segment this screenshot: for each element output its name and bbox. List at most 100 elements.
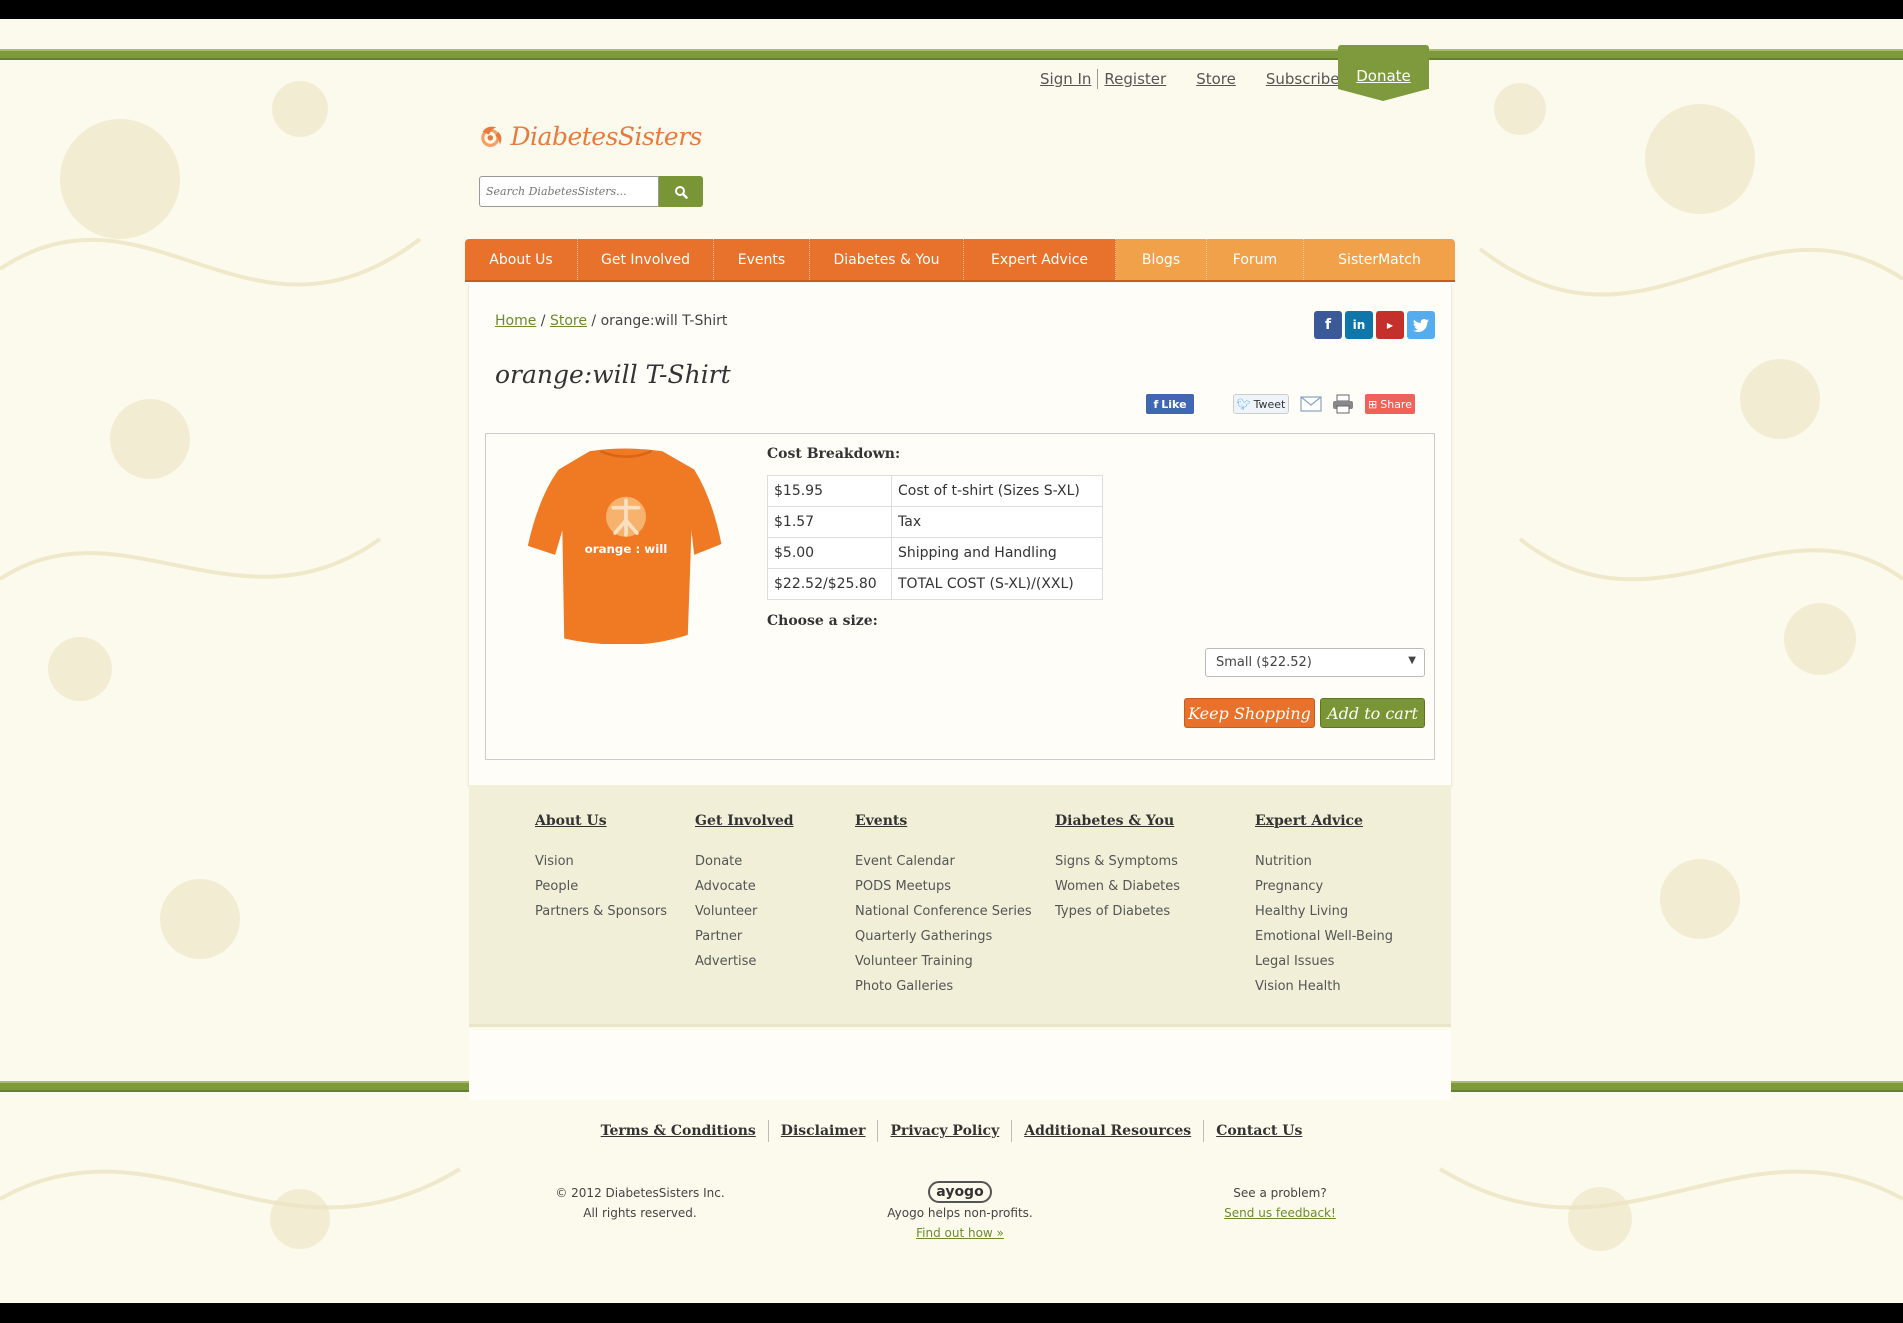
copyright-line: All rights reserved.: [583, 1206, 697, 1220]
share-bar: f Like 🐦︎ Tweet ⊞ Share: [1146, 394, 1415, 414]
main-nav: About Us Get Involved Events Diabetes & …: [465, 239, 1455, 282]
nav-expert-advice[interactable]: Expert Advice: [964, 239, 1116, 280]
shirt-print-text: orange : will: [585, 542, 668, 556]
footer-heading[interactable]: About Us: [535, 813, 667, 829]
additional-resources-link[interactable]: Additional Resources: [1012, 1123, 1203, 1139]
tweet-button[interactable]: 🐦︎ Tweet: [1233, 394, 1289, 414]
footer-col-events: Events Event Calendar PODS Meetups Natio…: [855, 813, 1032, 999]
copyright-line: © 2012 DiabetesSisters Inc.: [555, 1186, 725, 1200]
send-feedback-link[interactable]: Send us feedback!: [1224, 1206, 1336, 1220]
footer-link[interactable]: Vision: [535, 849, 667, 874]
footer-link[interactable]: Event Calendar: [855, 849, 1032, 874]
footer-link[interactable]: Legal Issues: [1255, 949, 1393, 974]
print-icon[interactable]: [1332, 394, 1354, 414]
product-box: orange : will Cost Breakdown: $15.95 Cost…: [485, 433, 1435, 760]
disclaimer-link[interactable]: Disclaimer: [769, 1123, 878, 1139]
search-button[interactable]: [659, 176, 703, 207]
footer-link[interactable]: PODS Meetups: [855, 874, 1032, 899]
privacy-policy-link[interactable]: Privacy Policy: [878, 1123, 1011, 1139]
footer-link[interactable]: Nutrition: [1255, 849, 1393, 874]
bottom-links: Terms & Conditions Disclaimer Privacy Po…: [0, 1120, 1903, 1142]
feedback: See a problem? Send us feedback!: [1180, 1183, 1380, 1223]
footer-link[interactable]: Photo Galleries: [855, 974, 1032, 999]
logo-icon: [481, 126, 502, 147]
choose-size-heading: Choose a size:: [767, 613, 878, 629]
footer-link[interactable]: Partner: [695, 924, 794, 949]
table-row: $15.95 Cost of t-shirt (Sizes S-XL): [767, 475, 1103, 507]
footer-col-get-involved: Get Involved Donate Advocate Volunteer P…: [695, 813, 794, 974]
footer-link[interactable]: Healthy Living: [1255, 899, 1393, 924]
footer-link[interactable]: Signs & Symptoms: [1055, 849, 1180, 874]
nav-diabetes-and-you[interactable]: Diabetes & You: [810, 239, 964, 280]
footer-link[interactable]: Types of Diabetes: [1055, 899, 1180, 924]
terms-link[interactable]: Terms & Conditions: [589, 1123, 768, 1139]
footer-link[interactable]: Volunteer Training: [855, 949, 1032, 974]
twitter-icon[interactable]: [1407, 311, 1435, 339]
footer-heading[interactable]: Get Involved: [695, 813, 794, 829]
footer-columns: About Us Vision People Partners & Sponso…: [469, 785, 1451, 1027]
nav-forum[interactable]: Forum: [1207, 239, 1304, 280]
nav-blogs[interactable]: Blogs: [1116, 239, 1207, 280]
nav-get-involved[interactable]: Get Involved: [578, 239, 714, 280]
facebook-like-button[interactable]: f Like: [1146, 394, 1194, 414]
social-icons: f in ▶: [1314, 311, 1435, 339]
nav-events[interactable]: Events: [714, 239, 810, 280]
facebook-icon[interactable]: f: [1314, 311, 1342, 339]
search-input[interactable]: [479, 176, 659, 207]
footer-heading[interactable]: Expert Advice: [1255, 813, 1393, 829]
top-green-bar: [0, 49, 1903, 60]
search-icon: [675, 185, 688, 199]
contact-us-link[interactable]: Contact Us: [1204, 1123, 1314, 1139]
feedback-text: See a problem?: [1233, 1186, 1327, 1200]
footer-link[interactable]: Volunteer: [695, 899, 794, 924]
footer-heading[interactable]: Events: [855, 813, 1032, 829]
footer-spacer: [469, 1030, 1451, 1100]
page-title: orange:will T-Shirt: [495, 360, 731, 389]
copyright: © 2012 DiabetesSisters Inc. All rights r…: [540, 1183, 740, 1223]
footer-link[interactable]: Donate: [695, 849, 794, 874]
footer-col-about: About Us Vision People Partners & Sponso…: [535, 813, 667, 924]
nav-about-us[interactable]: About Us: [465, 239, 578, 280]
footer-link[interactable]: Vision Health: [1255, 974, 1393, 999]
subscribe-link[interactable]: Subscribe: [1266, 70, 1340, 88]
footer-col-expert-advice: Expert Advice Nutrition Pregnancy Health…: [1255, 813, 1393, 999]
footer-link[interactable]: Partners & Sponsors: [535, 899, 667, 924]
ayogo-credit: ayogo Ayogo helps non-profits. Find out …: [860, 1181, 1060, 1243]
breadcrumb-home[interactable]: Home: [495, 313, 536, 329]
site-logo[interactable]: DiabetesSisters: [478, 106, 702, 166]
footer-col-diabetes-and-you: Diabetes & You Signs & Symptoms Women & …: [1055, 813, 1180, 924]
add-to-cart-button[interactable]: Add to cart: [1320, 698, 1425, 728]
keep-shopping-button[interactable]: Keep Shopping: [1184, 698, 1315, 728]
search-bar: [479, 176, 703, 207]
linkedin-icon[interactable]: in: [1345, 311, 1373, 339]
email-icon[interactable]: [1300, 396, 1322, 412]
find-out-how-link[interactable]: Find out how »: [916, 1226, 1004, 1240]
ayogo-logo[interactable]: ayogo: [928, 1181, 992, 1203]
register-link[interactable]: Register: [1104, 70, 1166, 88]
table-row: $5.00 Shipping and Handling: [767, 537, 1103, 569]
footer-link[interactable]: National Conference Series: [855, 899, 1032, 924]
footer-link[interactable]: Advertise: [695, 949, 794, 974]
breadcrumb: Home / Store / orange:will T-Shirt: [495, 313, 728, 329]
breadcrumb-store[interactable]: Store: [550, 313, 587, 329]
nav-sistermatch[interactable]: SisterMatch: [1304, 239, 1455, 280]
donate-button[interactable]: Donate: [1338, 45, 1429, 101]
tshirt-image: orange : will: [527, 448, 722, 644]
footer-link[interactable]: People: [535, 874, 667, 899]
cost-table: $15.95 Cost of t-shirt (Sizes S-XL) $1.57…: [767, 475, 1103, 600]
footer-link[interactable]: Pregnancy: [1255, 874, 1393, 899]
store-link[interactable]: Store: [1196, 70, 1236, 88]
youtube-icon[interactable]: ▶: [1376, 311, 1404, 339]
sign-in-link[interactable]: Sign In: [1040, 70, 1091, 88]
size-select-value: Small ($22.52): [1216, 655, 1312, 670]
share-button[interactable]: ⊞ Share: [1365, 394, 1415, 414]
footer-link[interactable]: Advocate: [695, 874, 794, 899]
footer-link[interactable]: Emotional Well-Being: [1255, 924, 1393, 949]
table-row: $1.57 Tax: [767, 506, 1103, 538]
size-select[interactable]: Small ($22.52) ▼: [1205, 648, 1425, 677]
footer-link[interactable]: Quarterly Gatherings: [855, 924, 1032, 949]
table-row: $22.52/$25.80 TOTAL COST (S-XL)/(XXL): [767, 568, 1103, 600]
chevron-down-icon: ▼: [1408, 655, 1416, 666]
footer-heading[interactable]: Diabetes & You: [1055, 813, 1180, 829]
footer-link[interactable]: Women & Diabetes: [1055, 874, 1180, 899]
